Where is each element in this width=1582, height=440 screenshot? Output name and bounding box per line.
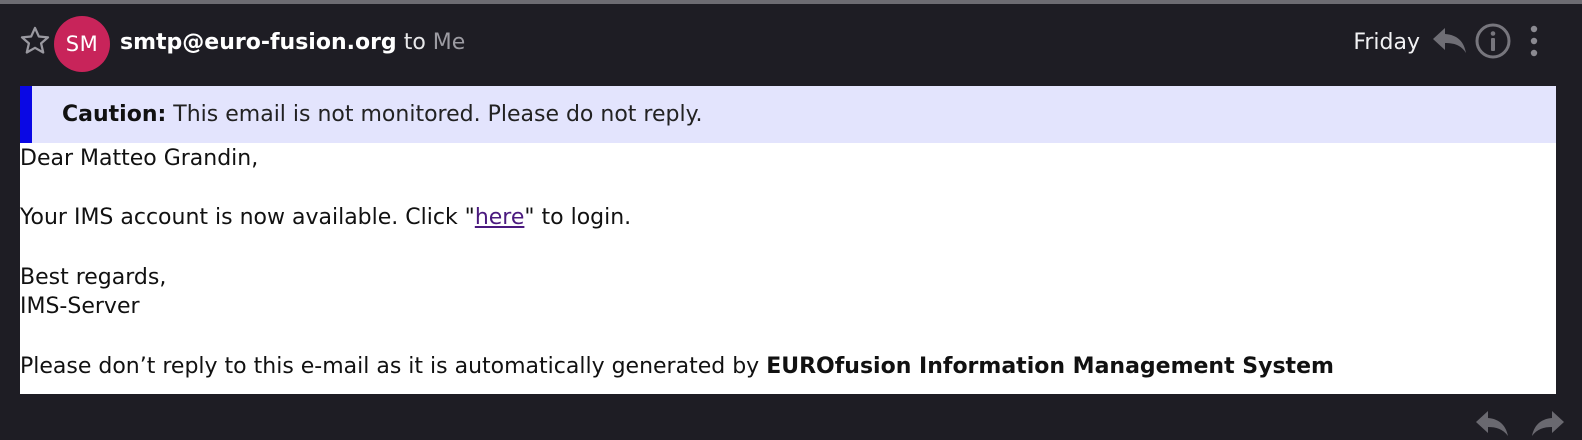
recipient-name[interactable]: Me <box>433 30 466 55</box>
login-link[interactable]: here <box>475 205 525 230</box>
caution-text: This email is not monitored. Please do n… <box>173 102 703 127</box>
sender-line: smtp@euro-fusion.org to Me <box>120 28 465 58</box>
caution-message: Caution: This email is not monitored. Pl… <box>62 100 702 130</box>
reply-icon[interactable] <box>1474 408 1510 438</box>
greeting: Dear Matteo Grandin, <box>20 146 259 171</box>
account-text-suffix: " to login. <box>524 205 632 230</box>
caution-banner: Caution: This email is not monitored. Pl… <box>20 86 1556 143</box>
info-icon[interactable] <box>1474 22 1512 60</box>
sender-address[interactable]: smtp@euro-fusion.org <box>120 30 397 55</box>
message-header: SM smtp@euro-fusion.org to Me Friday <box>0 4 1582 82</box>
account-message: Your IMS account is now available. Click… <box>20 203 631 233</box>
notice-text: Please don’t reply to this e-mail as it … <box>20 354 767 379</box>
closing-regards: Best regards, <box>20 265 167 290</box>
account-text-prefix: Your IMS account is now available. Click… <box>20 205 475 230</box>
message-body: Caution: This email is not monitored. Pl… <box>20 86 1556 394</box>
sender-avatar: SM <box>54 16 110 72</box>
caution-accent-bar <box>20 86 32 143</box>
forward-icon[interactable] <box>1530 408 1566 438</box>
system-name: EUROfusion Information Management System <box>766 354 1334 379</box>
signature: IMS-Server <box>20 294 140 319</box>
automated-notice: Please don’t reply to this e-mail as it … <box>20 352 1334 382</box>
more-options-icon[interactable] <box>1524 22 1544 60</box>
caution-label: Caution: <box>62 102 167 127</box>
message-date: Friday <box>1353 30 1420 55</box>
reply-icon[interactable] <box>1430 23 1468 57</box>
to-label: to <box>403 30 426 55</box>
star-icon[interactable] <box>18 24 52 58</box>
